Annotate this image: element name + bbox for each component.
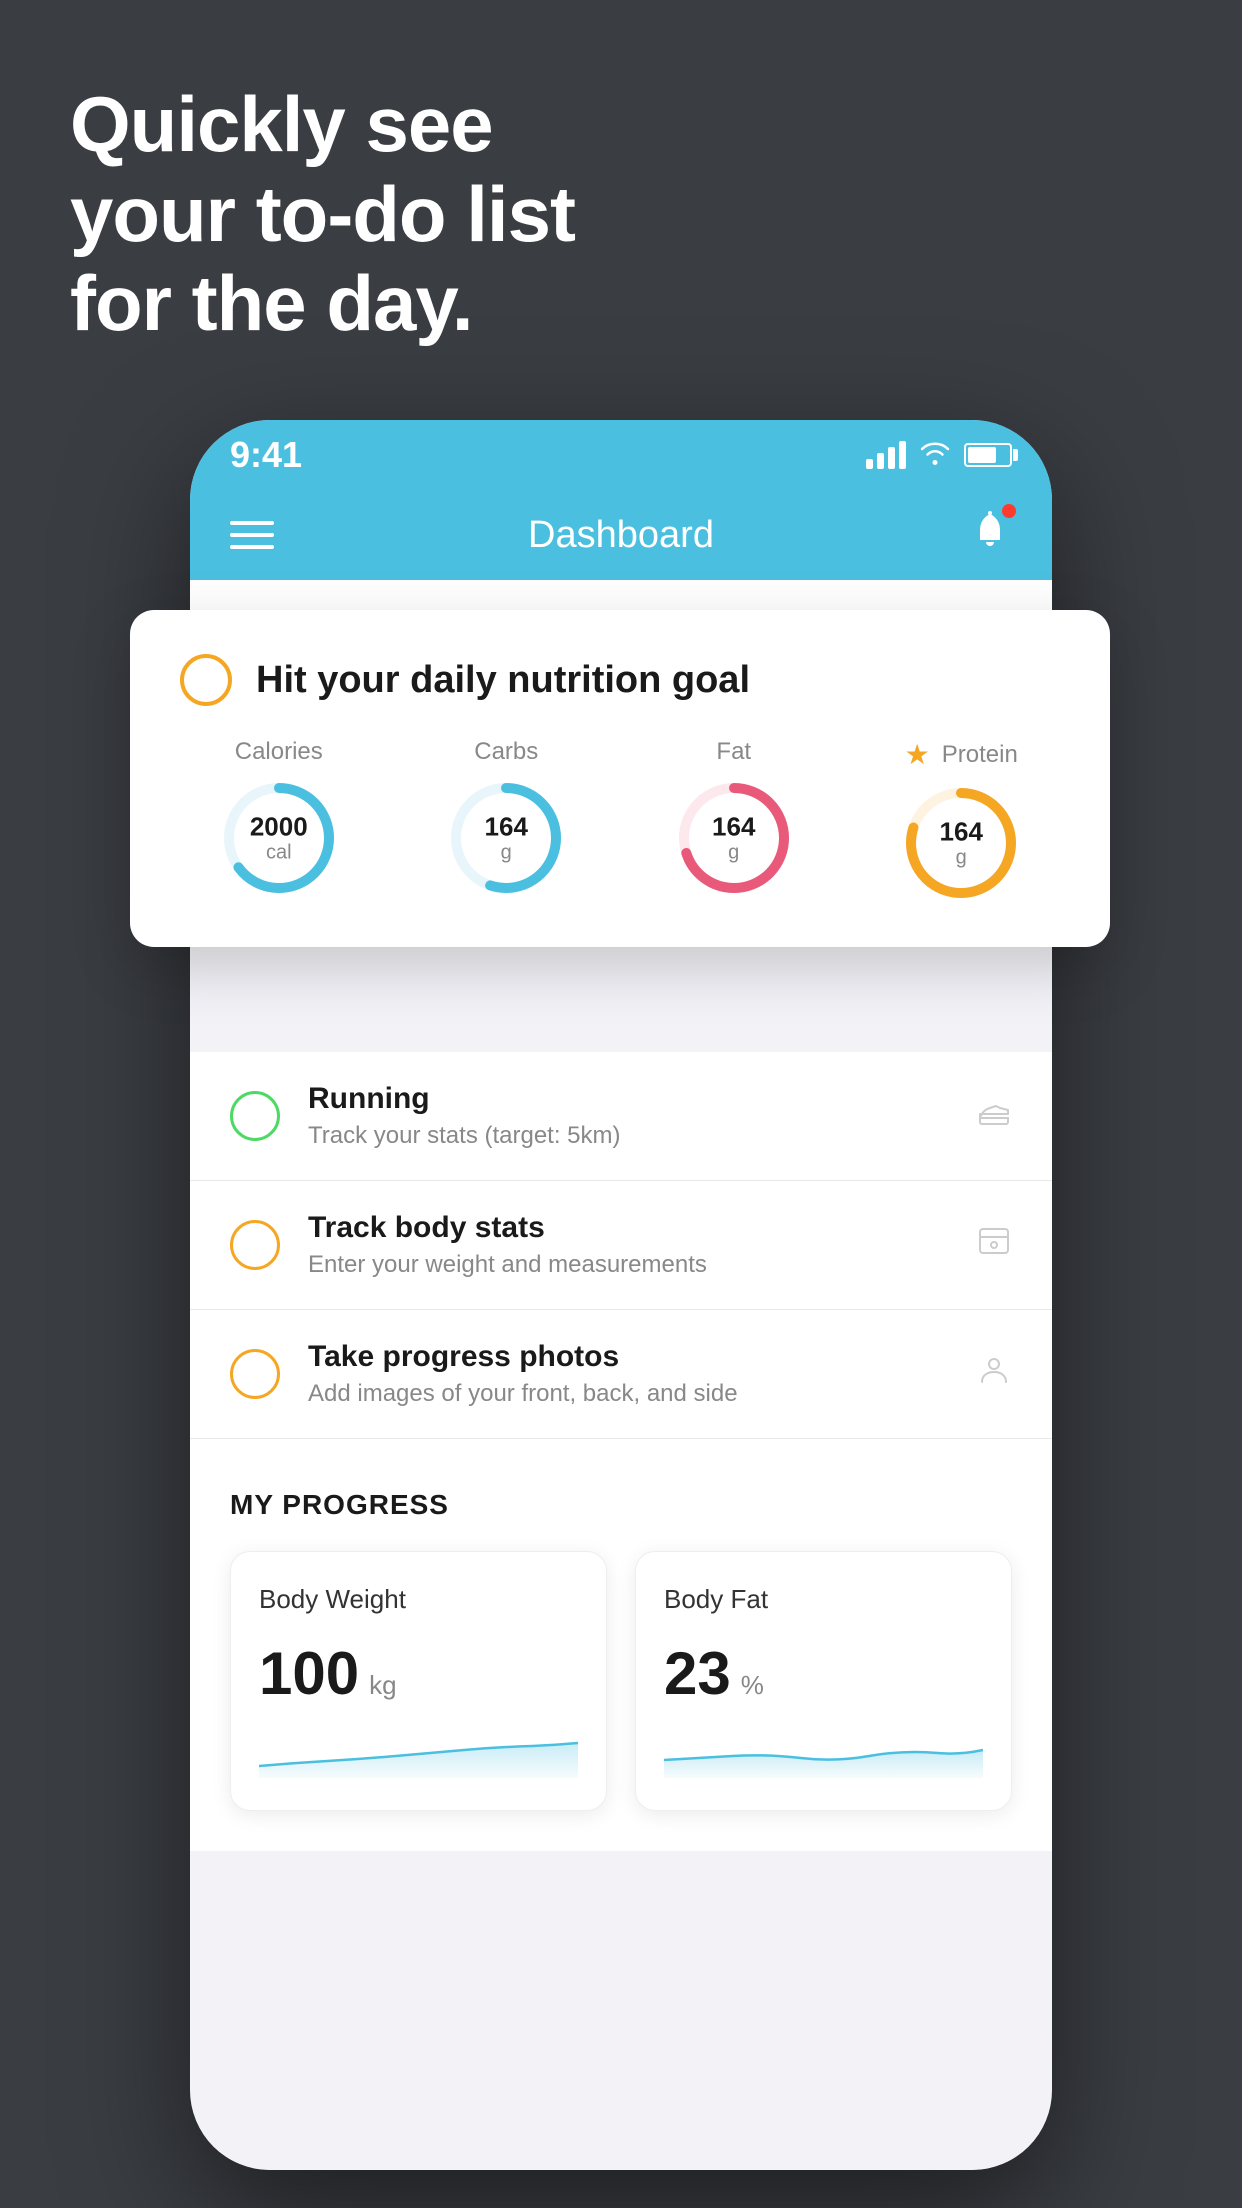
body-fat-card[interactable]: Body Fat 23 % bbox=[635, 1551, 1012, 1811]
signal-bars-icon bbox=[866, 441, 906, 469]
body-weight-title: Body Weight bbox=[259, 1584, 578, 1615]
progress-cards: Body Weight 100 kg bbox=[230, 1551, 1012, 1811]
carbs-value: 164 bbox=[485, 813, 528, 842]
nutrition-carbs: Carbs 164 g bbox=[446, 738, 566, 903]
hero-line1: Quickly see bbox=[70, 80, 575, 170]
nutrition-grid: Calories 2000 cal Carbs bbox=[180, 738, 1060, 903]
phone-shadow-overlay bbox=[190, 2020, 1052, 2170]
carbs-donut: 164 g bbox=[446, 778, 566, 898]
body-weight-value: 100 bbox=[259, 1639, 359, 1708]
body-stats-title: Track body stats bbox=[308, 1211, 948, 1245]
list-item[interactable]: Running Track your stats (target: 5km) bbox=[190, 1052, 1052, 1181]
progress-section: MY PROGRESS Body Weight 100 kg bbox=[190, 1439, 1052, 1851]
running-title: Running bbox=[308, 1082, 948, 1116]
nutrition-protein: ★ Protein 164 g bbox=[901, 738, 1021, 903]
status-icons bbox=[866, 439, 1012, 472]
notification-dot bbox=[1002, 504, 1016, 518]
progress-header: MY PROGRESS bbox=[230, 1489, 1012, 1521]
nutrition-calories: Calories 2000 cal bbox=[219, 738, 339, 903]
body-fat-value-row: 23 % bbox=[664, 1639, 983, 1708]
body-fat-title: Body Fat bbox=[664, 1584, 983, 1615]
wifi-icon bbox=[918, 439, 952, 472]
nutrition-card: Hit your daily nutrition goal Calories 2… bbox=[130, 610, 1110, 947]
protein-label: Protein bbox=[942, 741, 1018, 769]
running-check-circle bbox=[230, 1091, 280, 1141]
body-weight-unit: kg bbox=[369, 1670, 396, 1701]
person-icon bbox=[976, 1352, 1012, 1396]
fat-value: 164 bbox=[712, 813, 755, 842]
card-title-row: Hit your daily nutrition goal bbox=[180, 654, 1060, 706]
nutrition-check-circle bbox=[180, 654, 232, 706]
nav-bar: Dashboard bbox=[190, 490, 1052, 580]
calories-donut: 2000 cal bbox=[219, 778, 339, 898]
calories-label: Calories bbox=[235, 738, 323, 766]
photos-title: Take progress photos bbox=[308, 1340, 948, 1374]
status-time: 9:41 bbox=[230, 434, 302, 476]
fat-donut: 164 g bbox=[674, 778, 794, 898]
list-item[interactable]: Track body stats Enter your weight and m… bbox=[190, 1181, 1052, 1310]
status-bar: 9:41 bbox=[190, 420, 1052, 490]
body-fat-unit: % bbox=[741, 1670, 764, 1701]
calories-value: 2000 bbox=[250, 813, 308, 842]
photos-text: Take progress photos Add images of your … bbox=[308, 1340, 948, 1408]
shoe-icon bbox=[976, 1094, 1012, 1138]
body-fat-value: 23 bbox=[664, 1639, 731, 1708]
protein-unit: g bbox=[940, 846, 983, 868]
protein-donut: 164 g bbox=[901, 783, 1021, 903]
nav-title: Dashboard bbox=[528, 514, 714, 557]
nutrition-card-title: Hit your daily nutrition goal bbox=[256, 659, 750, 702]
nutrition-fat: Fat 164 g bbox=[674, 738, 794, 903]
list-item[interactable]: Take progress photos Add images of your … bbox=[190, 1310, 1052, 1439]
carbs-label: Carbs bbox=[474, 738, 538, 766]
todo-list: Running Track your stats (target: 5km) T… bbox=[190, 1052, 1052, 1439]
star-icon: ★ bbox=[905, 738, 930, 771]
hero-text: Quickly see your to-do list for the day. bbox=[70, 80, 575, 349]
bell-icon[interactable] bbox=[968, 508, 1012, 562]
hero-line2: your to-do list bbox=[70, 170, 575, 260]
photos-check-circle bbox=[230, 1349, 280, 1399]
protein-value: 164 bbox=[940, 818, 983, 847]
body-weight-value-row: 100 kg bbox=[259, 1639, 578, 1708]
carbs-unit: g bbox=[485, 841, 528, 863]
photos-subtitle: Add images of your front, back, and side bbox=[308, 1380, 948, 1408]
body-fat-chart bbox=[664, 1728, 983, 1778]
calories-unit: cal bbox=[250, 841, 308, 863]
running-subtitle: Track your stats (target: 5km) bbox=[308, 1122, 948, 1150]
fat-label: Fat bbox=[716, 738, 751, 766]
fat-unit: g bbox=[712, 841, 755, 863]
hero-line3: for the day. bbox=[70, 259, 575, 349]
body-stats-subtitle: Enter your weight and measurements bbox=[308, 1251, 948, 1279]
body-weight-card[interactable]: Body Weight 100 kg bbox=[230, 1551, 607, 1811]
scale-icon bbox=[976, 1223, 1012, 1267]
body-weight-chart bbox=[259, 1728, 578, 1778]
battery-icon bbox=[964, 443, 1012, 467]
running-text: Running Track your stats (target: 5km) bbox=[308, 1082, 948, 1150]
body-stats-text: Track body stats Enter your weight and m… bbox=[308, 1211, 948, 1279]
body-stats-check-circle bbox=[230, 1220, 280, 1270]
hamburger-menu-icon[interactable] bbox=[230, 521, 274, 549]
